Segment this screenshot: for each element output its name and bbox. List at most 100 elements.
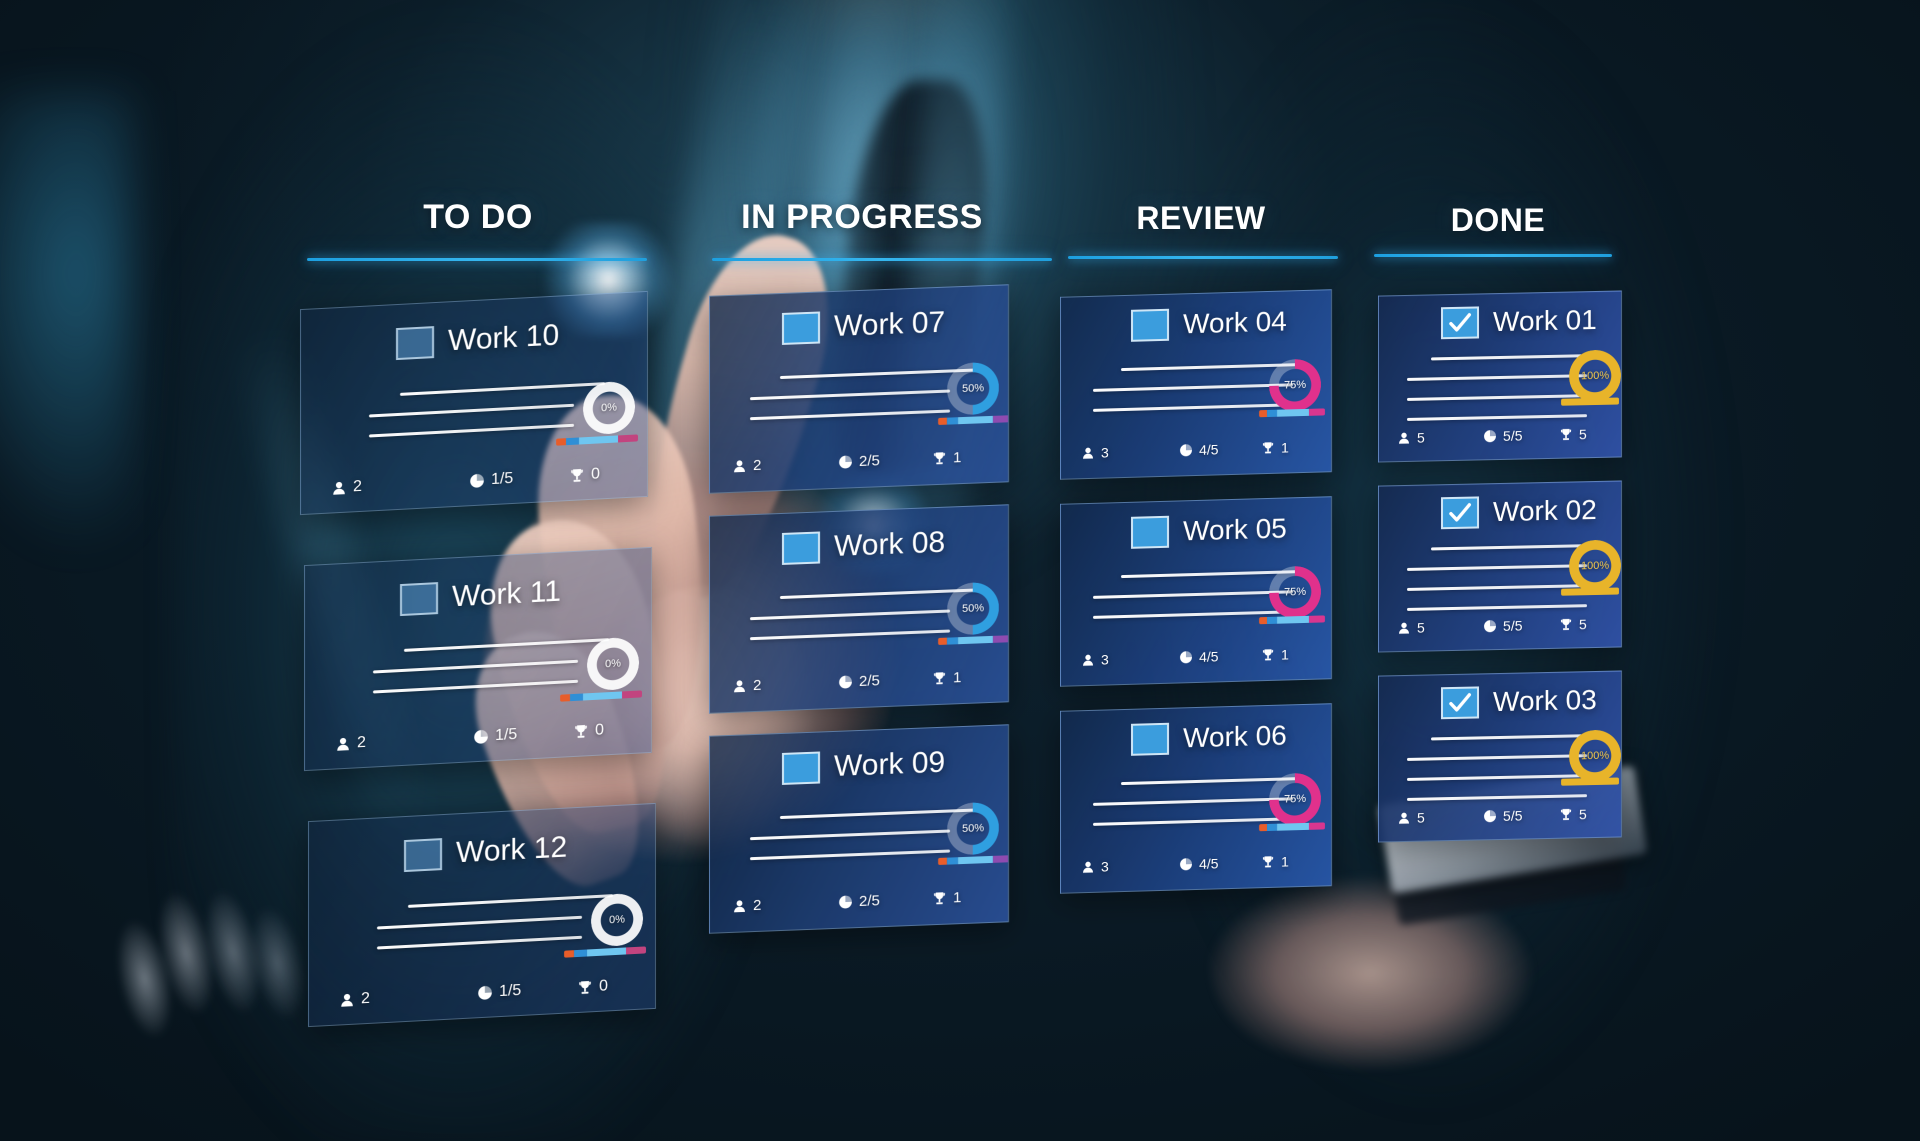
card-title: Work 05 [1183,512,1287,547]
card-header: Work 08 [782,526,945,566]
card-progress-bar [938,855,1009,865]
card-awards: 0 [573,721,604,741]
card-tasks-icon [838,894,853,910]
card-title: Work 08 [834,525,946,563]
card-members-icon [1397,431,1411,445]
kanban-card[interactable]: Work 02 100% 5 5/5 5 [1378,480,1622,653]
card-checkbox[interactable] [1131,308,1169,342]
card-text-line [373,679,578,694]
kanban-card[interactable]: Work 05 75% 3 4/5 1 [1060,496,1332,687]
kanban-card[interactable]: Work 10 0% 2 1/5 0 [300,290,648,516]
card-checkbox-checked[interactable] [1441,686,1479,720]
card-tasks: 1/5 [473,726,517,746]
card-text-line [408,894,613,908]
card-tasks: 1/5 [477,982,521,1002]
card-tasks-value: 5/5 [1503,807,1523,824]
checkmark-icon [1449,503,1471,522]
trophy-icon [1560,428,1572,441]
card-title: Work 03 [1493,683,1597,718]
card-header: Work 05 [1131,512,1287,549]
kanban-card[interactable]: Work 09 50% 2 2/5 1 [709,724,1009,934]
card-checkbox[interactable] [1131,515,1169,549]
card-tasks: 5/5 [1483,808,1522,825]
card-awards: 0 [577,977,608,997]
kanban-card[interactable]: Work 12 0% 2 1/5 0 [308,802,656,1028]
card-checkbox[interactable] [782,531,820,565]
trophy-icon [934,891,945,904]
progress-ring: 75% [1269,358,1321,412]
card-tasks-value: 5/5 [1503,617,1523,634]
card-tasks-icon [473,728,489,745]
progress-percent-label: 50% [961,602,985,616]
progress-ring: 50% [947,361,999,416]
kanban-card[interactable]: Work 01 100% 5 5/5 5 [1378,290,1622,463]
card-members: 2 [732,896,761,914]
card-members-value: 2 [753,456,762,474]
card-header: Work 01 [1441,304,1597,340]
column-divider-inprogress [712,258,1052,261]
kanban-card[interactable]: Work 11 0% 2 1/5 0 [304,546,652,772]
progress-bar-segment [556,438,566,446]
person-icon [1082,654,1094,666]
trophy-icon [575,724,587,738]
kanban-card[interactable]: Work 07 50% 2 2/5 1 [709,284,1009,494]
progress-bar-segment [958,415,993,425]
card-awards: 1 [932,889,961,907]
person-icon [337,737,349,751]
card-title: Work 12 [456,830,568,870]
progress-bar-segment [958,635,993,645]
person-icon [333,481,345,495]
card-footer: 3 4/5 1 [1061,641,1332,673]
progress-bar-segment [1259,617,1267,625]
card-members: 3 [1081,858,1109,875]
card-checkbox-checked[interactable] [1441,306,1479,340]
card-footer: 5 5/5 5 [1379,611,1622,640]
card-members-value: 2 [753,896,762,914]
card-checkbox[interactable] [1131,722,1169,756]
card-awards-icon [573,723,589,740]
progress-bar-segment [622,690,642,699]
progress-bar-segment [992,635,1009,643]
pie-clock-icon [1484,810,1496,823]
progress-percent-label: 0% [605,657,621,671]
card-header: Work 11 [400,575,561,617]
kanban-card[interactable]: Work 08 50% 2 2/5 1 [709,504,1009,714]
card-members: 2 [732,456,761,474]
card-checkbox[interactable] [396,326,434,361]
card-tasks-icon [477,984,493,1001]
card-members-icon [732,678,747,694]
card-awards-value: 1 [953,888,962,906]
card-checkbox[interactable] [782,751,820,785]
card-tasks: 4/5 [1179,648,1218,665]
person-icon [1082,447,1094,459]
card-tasks-icon [838,454,853,470]
card-members-value: 2 [753,676,762,694]
kanban-card[interactable]: Work 04 75% 3 4/5 1 [1060,289,1332,480]
card-members-icon [1081,653,1095,667]
card-text-lines [750,808,980,877]
card-members: 3 [1081,444,1109,461]
progress-bar-segment [618,434,638,443]
card-header: Work 12 [404,831,567,874]
card-checkbox[interactable] [782,311,820,345]
card-text-line [750,849,950,861]
kanban-board: TO DO Work 10 0% 2 1/5 0 Work 11 0% 2 1/5 0 Work 12… [0,0,1920,1141]
card-awards-icon [1559,617,1573,631]
progress-bar-segment [573,949,587,958]
card-members-icon [331,480,347,497]
kanban-card[interactable]: Work 06 75% 3 4/5 1 [1060,703,1332,894]
progress-bar-segment [992,855,1009,863]
progress-ring: 100% [1569,729,1621,783]
card-awards-icon [1559,427,1573,441]
card-awards-icon [1559,807,1573,821]
card-awards: 1 [932,449,961,467]
card-checkbox-checked[interactable] [1441,496,1479,530]
card-progress-bar [938,415,1009,425]
card-title: Work 07 [834,305,946,343]
card-text-line [404,638,609,652]
card-tasks-icon [1483,809,1497,823]
card-checkbox[interactable] [404,838,442,873]
card-awards-value: 5 [1579,426,1587,443]
card-checkbox[interactable] [400,582,438,617]
kanban-card[interactable]: Work 03 100% 5 5/5 5 [1378,670,1622,843]
